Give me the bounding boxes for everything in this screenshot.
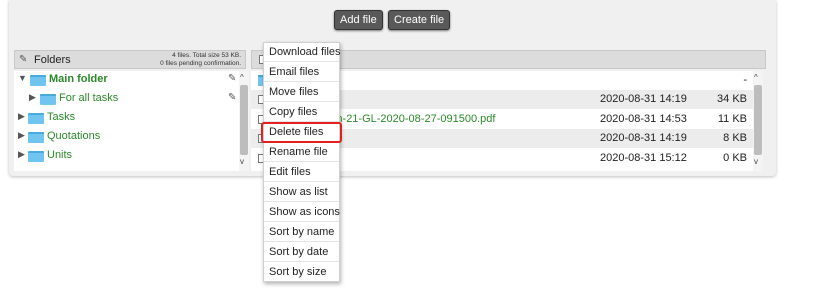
tree-item-label[interactable]: Units xyxy=(47,149,72,161)
folder-tree: ▼ Main folder ✎ ▶ For all tasks ✎ ▶ Task… xyxy=(14,71,240,171)
file-list-scrollbar[interactable]: ^ v xyxy=(753,71,763,171)
scroll-down-icon[interactable]: v xyxy=(754,157,758,166)
tree-item-units[interactable]: ▶ Units xyxy=(14,147,240,165)
expand-triangle-icon[interactable]: ▶ xyxy=(29,92,36,103)
scroll-up-icon[interactable]: ^ xyxy=(240,73,244,82)
folder-tree-scrollbar[interactable]: ^ v xyxy=(239,71,249,171)
tree-item-label[interactable]: Main folder xyxy=(49,73,108,85)
folder-icon xyxy=(28,113,44,124)
menu-item-sort-by-name[interactable]: Sort by name xyxy=(264,223,339,242)
folder-stats-size: 4 files. Total size 53 KB. xyxy=(172,52,241,59)
tree-item-label[interactable]: For all tasks xyxy=(59,92,118,104)
menu-item-edit-files[interactable]: Edit files xyxy=(264,163,339,182)
folder-stats: 4 files. Total size 53 KB. 0 files pendi… xyxy=(160,52,241,68)
folder-icon xyxy=(28,132,44,143)
menu-item-move-files[interactable]: Move files xyxy=(264,83,339,102)
tree-item-label[interactable]: Tasks xyxy=(47,111,75,123)
file-size: 11 KB xyxy=(717,113,747,125)
delete-files-highlight-box xyxy=(261,122,342,143)
tree-item-tasks[interactable]: ▶ Tasks xyxy=(14,109,240,127)
file-size: 8 KB xyxy=(723,132,747,144)
scroll-up-icon[interactable]: ^ xyxy=(754,73,758,82)
tree-item-main-folder[interactable]: ▼ Main folder ✎ xyxy=(14,71,240,89)
pencil-icon[interactable]: ✎ xyxy=(228,92,236,103)
tree-item-quotations[interactable]: ▶ Quotations xyxy=(14,128,240,146)
menu-item-sort-by-size[interactable]: Sort by size xyxy=(264,263,339,282)
collapse-triangle-icon[interactable]: ▼ xyxy=(18,73,27,83)
folders-header: ✎ Folders 4 files. Total size 53 KB. 0 f… xyxy=(14,50,246,69)
file-date: 2020-08-31 15:12 xyxy=(600,152,687,164)
menu-item-copy-files[interactable]: Copy files xyxy=(264,103,339,122)
menu-item-sort-by-date[interactable]: Sort by date xyxy=(264,243,339,262)
folder-icon xyxy=(40,94,56,105)
add-file-button[interactable]: Add file xyxy=(334,10,383,30)
context-menu: Download files Email files Move files Co… xyxy=(263,42,341,282)
menu-item-download-files[interactable]: Download files xyxy=(264,43,341,62)
file-date: 2020-08-31 14:19 xyxy=(600,132,687,144)
folder-stats-pending: 0 files pending confirmation. xyxy=(160,60,241,67)
pencil-icon[interactable]: ✎ xyxy=(19,54,27,65)
file-size: 34 KB xyxy=(717,93,747,105)
file-size: 0 KB xyxy=(723,152,747,164)
file-date: 2020-08-31 14:19 xyxy=(600,93,687,105)
scroll-down-icon[interactable]: v xyxy=(240,157,244,166)
folder-icon xyxy=(30,75,46,86)
tree-item-for-all-tasks[interactable]: ▶ For all tasks ✎ xyxy=(14,90,240,108)
tree-item-label[interactable]: Quotations xyxy=(47,130,100,142)
menu-item-show-as-list[interactable]: Show as list xyxy=(264,183,339,202)
scroll-thumb[interactable] xyxy=(240,85,248,155)
expand-triangle-icon[interactable]: ▶ xyxy=(18,111,25,122)
file-date: 2020-08-31 14:53 xyxy=(600,113,687,125)
expand-triangle-icon[interactable]: ▶ xyxy=(18,130,25,141)
create-file-button[interactable]: Create file xyxy=(388,10,451,30)
menu-item-rename-file[interactable]: Rename file xyxy=(264,143,339,162)
menu-item-email-files[interactable]: Email files xyxy=(264,63,339,82)
folders-title: Folders xyxy=(34,54,71,66)
scroll-thumb[interactable] xyxy=(754,85,762,155)
menu-item-show-as-icons[interactable]: Show as icons xyxy=(264,203,340,222)
file-size: - xyxy=(743,74,747,86)
expand-triangle-icon[interactable]: ▶ xyxy=(18,149,25,160)
pencil-icon[interactable]: ✎ xyxy=(228,73,236,84)
folder-icon xyxy=(28,151,44,162)
